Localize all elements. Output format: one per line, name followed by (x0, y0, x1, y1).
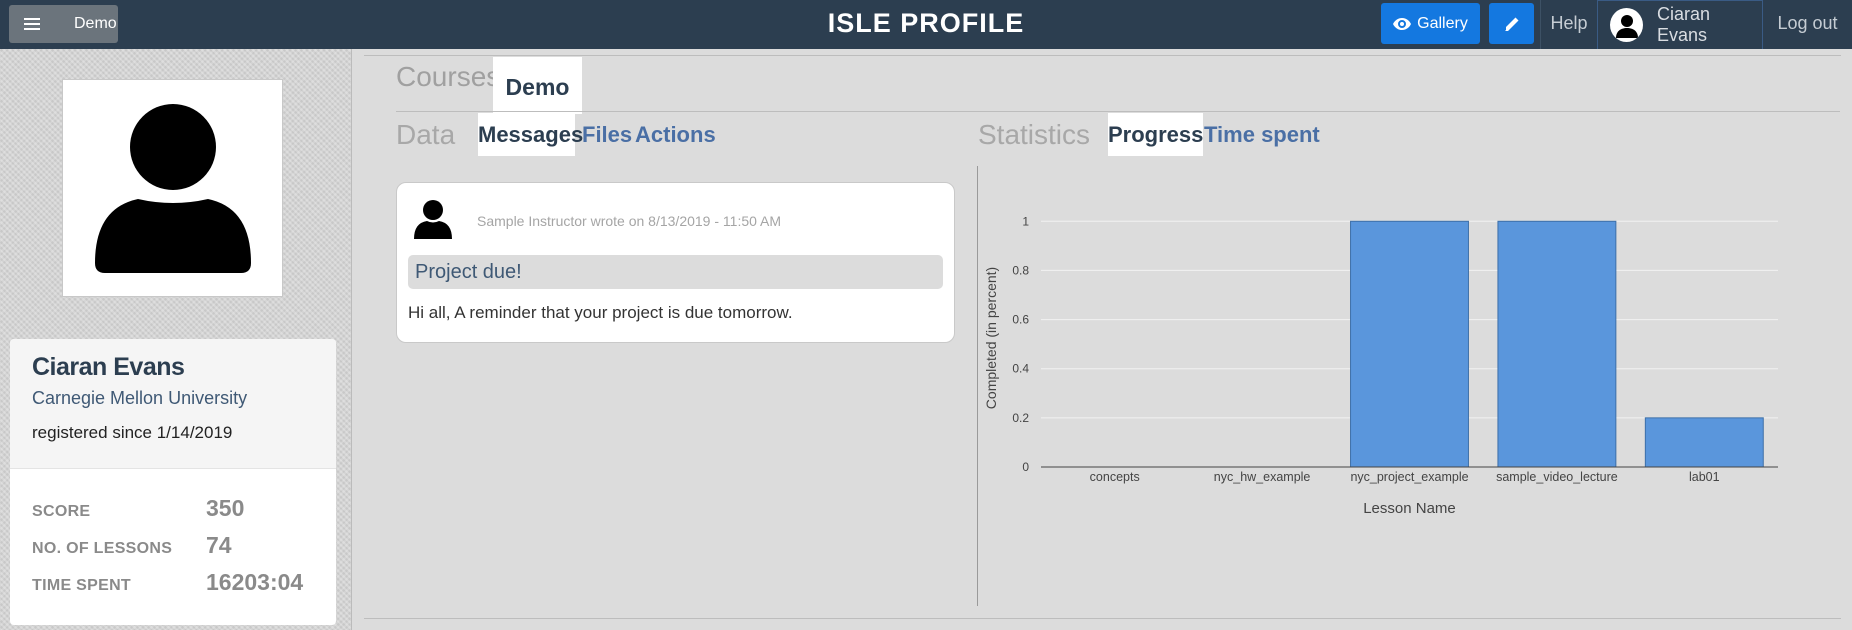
message-title: Project due! (408, 255, 943, 289)
profile-sidebar: Ciaran Evans Carnegie Mellon University … (0, 49, 352, 630)
courses-label: Courses (396, 61, 501, 92)
stat-time-spent: TIME SPENT 16203:04 (32, 569, 336, 606)
x-tick-label: sample_video_lecture (1496, 470, 1618, 484)
divider (396, 111, 1840, 112)
pencil-icon (1505, 17, 1518, 31)
profile-organization: Carnegie Mellon University (32, 388, 248, 408)
x-tick-label: concepts (1090, 470, 1140, 484)
bar-sample_video_lecture (1497, 220, 1617, 468)
y-tick-label: 0.8 (1012, 263, 1029, 277)
y-tick-label: 0.4 (1012, 362, 1029, 376)
y-tick-label: 0 (1022, 460, 1029, 474)
message-author-line: Sample Instructor wrote on 8/13/2019 - 1… (477, 213, 782, 229)
tab-files[interactable]: Files (582, 113, 632, 156)
tab-messages[interactable]: Messages (478, 113, 583, 156)
tab-actions[interactable]: Actions (635, 113, 716, 156)
statistics-section-label: Statistics (978, 119, 1091, 150)
edit-button[interactable] (1489, 3, 1534, 44)
tab-progress[interactable]: Progress (1108, 113, 1203, 156)
bar-lab01 (1644, 417, 1764, 468)
x-tick-label: nyc_hw_example (1214, 470, 1311, 484)
divider (364, 618, 1841, 619)
divider (364, 55, 1841, 56)
help-link[interactable]: Help (1540, 0, 1597, 49)
message-card: Sample Instructor wrote on 8/13/2019 - 1… (396, 182, 955, 343)
stat-value: 74 (206, 532, 232, 558)
stat-value: 16203:04 (206, 569, 304, 595)
top-navbar: Demo ISLE PROFILE Gallery Help Ciaran Ev… (0, 0, 1852, 50)
y-tick-label: 0.6 (1012, 313, 1029, 327)
gallery-button[interactable]: Gallery (1381, 3, 1480, 44)
main-panel: Courses Demo Data Messages Files Actions… (352, 49, 1852, 630)
person-silhouette-icon (94, 104, 251, 273)
user-avatar-icon (1610, 8, 1644, 42)
course-tab-demo[interactable]: Demo (493, 57, 582, 114)
eye-icon (1393, 17, 1412, 30)
stat-label: TIME SPENT (32, 577, 132, 594)
progress-bar-chart: 0 0.2 0.4 0.6 0.8 1 concepts nyc_hw_example nyc_… (983, 214, 1778, 517)
user-menu[interactable]: Ciaran Evans (1597, 0, 1763, 50)
gallery-label: Gallery (1417, 14, 1468, 32)
bar-nyc_project_example (1350, 220, 1469, 468)
stat-value: 350 (206, 495, 245, 521)
user-name: Ciaran Evans (1657, 4, 1711, 45)
y-tick-label: 0.2 (1012, 411, 1029, 425)
data-section-label: Data (396, 119, 456, 150)
y-tick-label: 1 (1022, 214, 1029, 228)
y-axis-title: Completed (in percent) (983, 267, 999, 409)
stat-label: NO. OF LESSONS (32, 540, 173, 557)
profile-name: Ciaran Evans (32, 353, 185, 381)
x-tick-label: lab01 (1689, 470, 1720, 484)
profile-header: Ciaran Evans Carnegie Mellon University … (10, 339, 336, 469)
profile-card: Ciaran Evans Carnegie Mellon University … (10, 339, 336, 625)
profile-picture[interactable] (62, 79, 283, 297)
tab-time-spent[interactable]: Time spent (1204, 113, 1320, 156)
stat-score: SCORE 350 (32, 495, 336, 532)
instructor-avatar-icon (414, 200, 452, 239)
logout-link[interactable]: Log out (1763, 0, 1852, 49)
registration-date: registered since 1/14/2019 (32, 423, 233, 442)
profile-stats: SCORE 350 NO. OF LESSONS 74 TIME SPENT 1… (10, 469, 336, 606)
x-axis-title: Lesson Name (1363, 500, 1456, 517)
course-menu-label: Demo (74, 15, 117, 32)
course-menu-button[interactable]: Demo (9, 5, 118, 43)
x-tick-label: nyc_project_example (1350, 470, 1468, 484)
stat-lessons: NO. OF LESSONS 74 (32, 532, 336, 569)
hamburger-icon (24, 18, 40, 30)
message-body: Hi all, A reminder that your project is … (408, 303, 793, 322)
stat-label: SCORE (32, 503, 91, 520)
